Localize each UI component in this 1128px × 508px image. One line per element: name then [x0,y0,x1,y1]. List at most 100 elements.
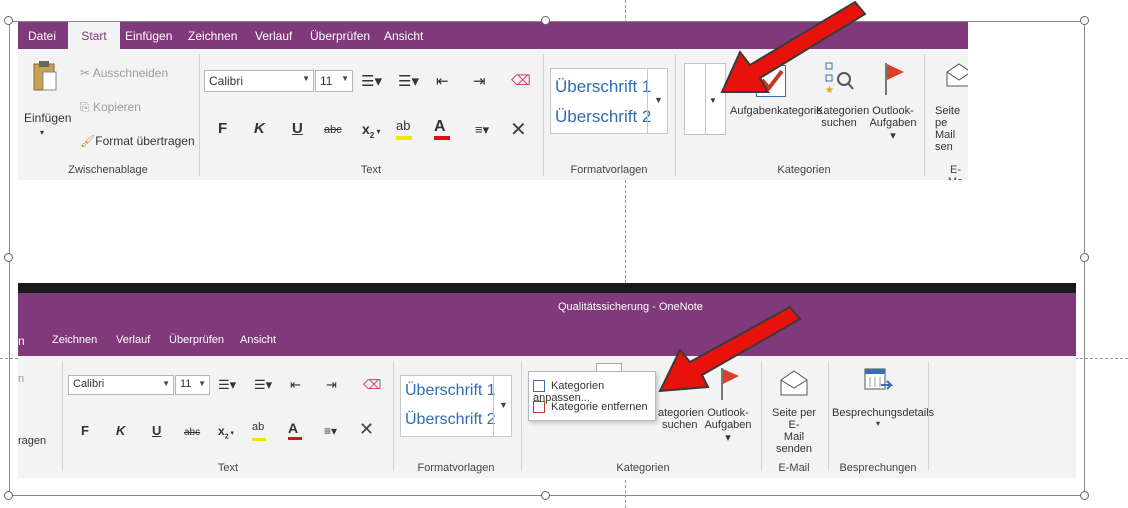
chevron-down-icon[interactable]: ▼ [647,69,669,133]
style-heading2[interactable]: Überschrift 2 [405,411,496,429]
styles-gallery[interactable]: Überschrift 1 Überschrift 2 ▼ [400,375,512,437]
format-painter-partial[interactable]: ragen [18,435,46,447]
tab-verlauf[interactable]: Verlauf [255,29,292,43]
brush-icon: 🖌 [80,134,96,148]
clipboard-partial-faded: n [18,373,25,385]
resize-handle[interactable] [1080,253,1089,262]
numbering-icon[interactable]: ☰▾ [254,377,272,393]
flag-icon[interactable] [882,61,906,97]
bold-button[interactable]: F [218,120,227,137]
resize-handle[interactable] [541,491,550,500]
italic-button[interactable]: K [116,423,125,438]
tab-ueberpruefen[interactable]: Überprüfen [169,334,224,346]
tab-verlauf[interactable]: Verlauf [116,334,150,346]
resize-handle[interactable] [1080,491,1089,500]
resize-handle[interactable] [541,16,550,25]
font-color-icon[interactable]: A [434,118,462,140]
chevron-down-icon[interactable]: ▼ [493,376,513,436]
style-heading2[interactable]: Überschrift 2 [555,107,651,127]
font-size-combo[interactable]: 11 ▼ [175,375,210,395]
paste-dropdown-icon[interactable]: ▾ [40,128,44,137]
underline-button[interactable]: U [292,120,303,137]
format-painter-button[interactable]: 🖌Format übertragen [80,134,195,148]
separator [521,361,522,471]
separator [199,54,200,176]
underline-button[interactable]: U [152,423,161,438]
tab-zeichnen[interactable]: Zeichnen [52,334,97,346]
send-page-button[interactable]: Seite pe Mail sen [935,105,968,153]
window-top-border [18,283,1076,293]
strikethrough-button[interactable]: abc [184,427,200,438]
clear-formatting-icon[interactable]: ⌫ [363,377,381,393]
find-categories-button[interactable]: Kategorien suchen [816,105,869,129]
styles-group-label: Formatvorlagen [570,164,648,176]
styles-gallery[interactable]: Überschrift 1 Überschrift 2 ▼ [550,68,668,134]
tab-ansicht[interactable]: Ansicht [384,29,423,43]
tab-ansicht[interactable]: Ansicht [240,334,276,346]
style-heading1[interactable]: Überschrift 1 [555,77,651,97]
title-bar: Qualitätssicherung - OneNote [18,293,1076,324]
tab-zeichnen[interactable]: Zeichnen [188,29,237,43]
subscript-button[interactable]: x2 ▾ [218,424,234,440]
increase-indent-icon[interactable]: ⇥ [473,72,486,90]
text-group-label: Text [217,462,239,474]
bullets-icon[interactable]: ☰▾ [218,377,236,393]
calendar-icon[interactable] [863,365,894,397]
scissors-icon: ✂ [80,66,93,80]
font-color-icon[interactable]: A [288,420,312,440]
resize-handle[interactable] [1080,16,1089,25]
font-size-combo[interactable]: 11 ▼ [315,70,353,92]
tab-partial[interactable]: n [18,334,25,348]
task-category-button[interactable]: Aufgabenkategorie [730,105,822,117]
paste-label[interactable]: Einfügen [24,111,71,125]
italic-button[interactable]: K [254,120,265,137]
bottom-ribbon-screenshot: Qualitätssicherung - OneNote n Zeichnen … [18,283,1076,478]
copy-button[interactable]: ⎘ Kopieren [80,100,141,115]
categories-group-label: Kategorien [616,462,670,474]
find-categories-button[interactable]: ategorien suchen [658,407,704,431]
outlook-tasks-button[interactable]: Outlook- Aufgaben ▾ [702,407,754,444]
email-group-label: E-Ma [948,164,963,180]
increase-indent-icon[interactable]: ⇥ [326,377,337,393]
tab-start[interactable]: Start [68,22,120,49]
decrease-indent-icon[interactable]: ⇤ [436,72,449,90]
close-icon[interactable]: ✕ [510,117,527,142]
menu-item-remove-category[interactable]: Kategorie entfernen [533,401,648,414]
outlook-tasks-button[interactable]: Outlook- Aufgaben ▾ [868,105,918,142]
bold-button[interactable]: F [81,423,89,438]
decrease-indent-icon[interactable]: ⇤ [290,377,301,393]
meetings-group-label: Besprechungen [839,462,917,474]
tab-einfuegen[interactable]: Einfügen [125,29,172,43]
highlight-icon[interactable]: ab [252,421,276,441]
cut-button[interactable]: ✂ Ausschneiden [80,66,168,80]
bottom-tab-bar: n Zeichnen Verlauf Überprüfen Ansicht [18,324,1076,356]
email-group-label: E-Mail [778,462,810,474]
tab-datei[interactable]: Datei [28,29,56,43]
separator [675,54,676,176]
red-arrow-top [720,0,867,93]
align-icon[interactable]: ≡▾ [475,122,489,138]
email-icon[interactable] [946,62,968,88]
resize-handle[interactable] [4,253,13,262]
strikethrough-button[interactable]: abc [324,124,342,136]
align-icon[interactable]: ≡▾ [324,424,337,438]
clear-formatting-icon[interactable]: ⌫ [511,72,531,89]
chevron-down-icon: ▼ [302,74,310,83]
subscript-button[interactable]: x2 ▾ [362,121,381,140]
meeting-details-button[interactable]: Besprechungsdetails ▾ [832,407,934,428]
highlight-icon[interactable]: ab [396,118,424,140]
resize-handle[interactable] [4,16,13,25]
style-heading1[interactable]: Überschrift 1 [405,382,496,400]
send-page-button[interactable]: Seite per E- Mail senden [766,407,822,455]
close-icon[interactable]: ✕ [359,419,374,440]
numbering-icon[interactable]: ☰▾ [398,72,419,90]
resize-handle[interactable] [4,491,13,500]
font-name-combo[interactable]: Calibri ▼ [68,375,174,395]
category-button-top[interactable] [596,363,622,371]
red-arrow-bottom [658,305,802,393]
font-name-combo[interactable]: Calibri ▼ [204,70,314,92]
chevron-down-icon: ▼ [162,379,170,388]
paste-icon[interactable] [32,60,58,94]
bullets-icon[interactable]: ☰▾ [361,72,382,90]
tab-ueberpruefen[interactable]: Überprüfen [310,29,370,43]
